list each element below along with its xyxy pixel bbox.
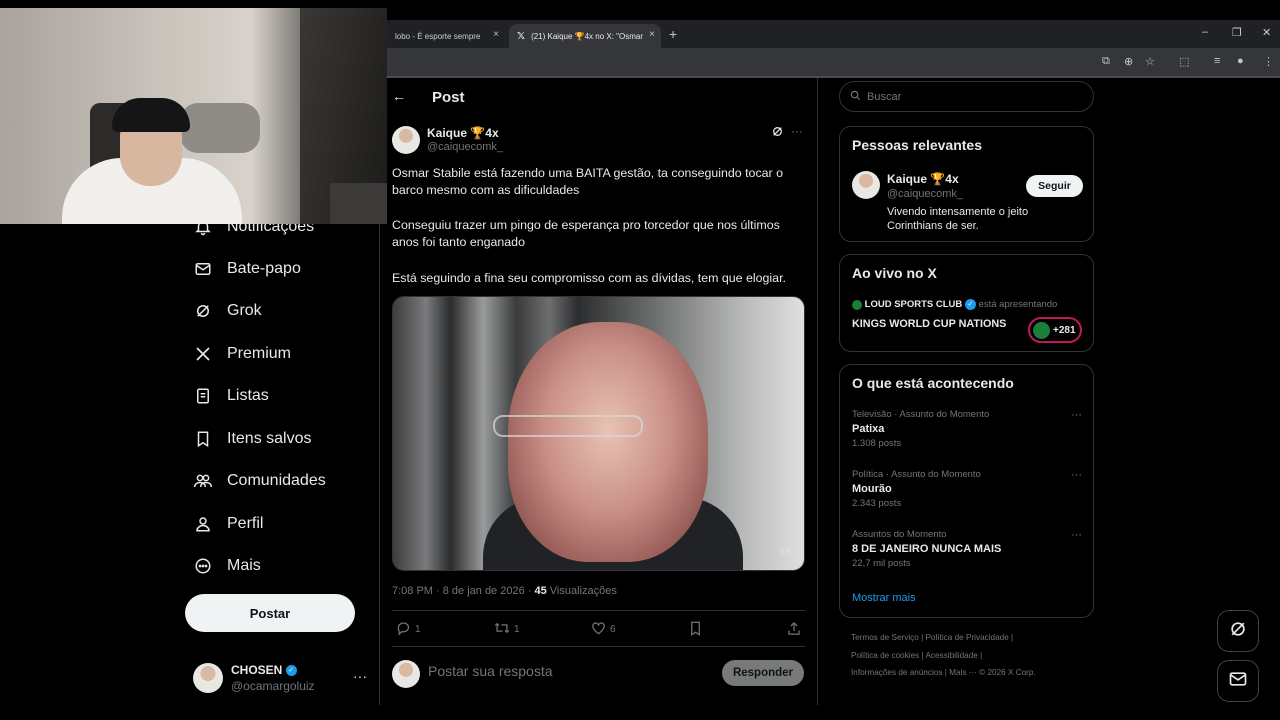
trend-item[interactable]: Política · Assunto do Momento Mourão 2.3… [852, 469, 1082, 509]
mail-icon [1228, 669, 1248, 694]
close-tab-icon[interactable]: × [649, 29, 655, 40]
more-circle-icon [193, 556, 213, 576]
author-avatar[interactable] [392, 126, 420, 154]
search-input[interactable]: Buscar [839, 81, 1094, 112]
nav-premium[interactable]: Premium [193, 339, 291, 369]
image-edit-icon[interactable]: ⚇ [780, 545, 790, 558]
mail-icon [193, 259, 213, 279]
reply-input[interactable] [428, 663, 708, 679]
trend-more-icon[interactable]: ··· [1071, 409, 1082, 421]
trend-more-icon[interactable]: ··· [1071, 469, 1082, 481]
trend-item[interactable]: Televisão · Assunto do Momento Patixa 1.… [852, 409, 1082, 449]
bookmark-button[interactable] [689, 621, 706, 639]
post-image[interactable]: ⚇ [392, 296, 805, 571]
zoom-icon[interactable]: ⊕ [1124, 55, 1133, 68]
bookmark-star-icon[interactable]: ☆ [1145, 55, 1155, 68]
avatar [193, 663, 223, 693]
page-title: Post [432, 89, 465, 106]
account-switcher[interactable]: CHOSEN ✓ @ocamargoluiz ··· [193, 660, 373, 696]
close-window-button[interactable]: ✕ [1262, 26, 1271, 39]
nav-communities[interactable]: Comunidades [193, 466, 326, 496]
repost-button[interactable]: 1 [494, 621, 520, 638]
nav-grok[interactable]: Grok [193, 296, 262, 326]
live-card[interactable]: Ao vivo no X LOUD SPORTS CLUB ✓ está apr… [839, 254, 1094, 352]
bookmark-icon [193, 429, 213, 449]
restore-button[interactable]: ❐ [1232, 26, 1242, 39]
profile-icon[interactable]: ● [1237, 55, 1244, 67]
bookmark-icon [689, 621, 702, 639]
share-button[interactable] [787, 621, 805, 639]
post-button[interactable]: Postar [185, 594, 355, 632]
listener-avatar [1033, 321, 1050, 339]
nav-more[interactable]: Mais [193, 551, 261, 581]
messages-float-button[interactable] [1217, 660, 1259, 702]
trend-item[interactable]: Assuntos do Momento 8 DE JANEIRO NUNCA M… [852, 529, 1082, 569]
heart-icon [591, 621, 606, 638]
trends-card: O que está acontecendo Televisão · Assun… [839, 364, 1094, 618]
list-icon [193, 386, 213, 406]
tab-x-post[interactable]: 𝕏 (21) Kaique 🏆4x no X: "Osmar × [509, 24, 661, 48]
reply-icon [396, 621, 411, 638]
x-favicon-icon: 𝕏 [517, 30, 526, 42]
x-logo-icon [193, 344, 213, 364]
trend-more-icon[interactable]: ··· [1071, 529, 1082, 541]
grok-icon[interactable] [771, 125, 784, 141]
minimize-button[interactable]: – [1202, 26, 1208, 38]
relevant-people-card: Pessoas relevantes Kaique 🏆4x @caiquecom… [839, 126, 1094, 242]
loud-logo-icon [852, 299, 862, 310]
verified-badge-icon: ✓ [964, 299, 976, 310]
nav-lists[interactable]: Listas [193, 381, 269, 411]
webcam-overlay [0, 8, 387, 224]
install-app-icon[interactable]: ⧉ [1102, 55, 1110, 68]
back-button[interactable]: ← [392, 88, 406, 104]
footer-links[interactable]: Política de cookies | Acessibilidade | [851, 651, 982, 660]
show-more-link[interactable]: Mostrar mais [852, 592, 916, 604]
grok-icon [193, 301, 213, 321]
like-button[interactable]: 6 [591, 621, 616, 638]
grok-icon [1228, 619, 1248, 644]
post-meta: 7:08 PM · 8 de jan de 2026 · 45 Visualiz… [392, 585, 617, 597]
share-icon [787, 621, 801, 639]
follow-button[interactable]: Seguir [1026, 175, 1083, 197]
reply-button[interactable]: 1 [396, 621, 421, 638]
reply-submit-button[interactable]: Responder [722, 660, 804, 686]
search-icon [850, 90, 861, 104]
address-bar[interactable]: ⧉ ⊕ ☆ ⬚ ≡ ● ⋮ [387, 48, 1280, 76]
browser-menu-icon[interactable]: ⋮ [1263, 55, 1274, 68]
close-tab-icon[interactable]: × [493, 29, 499, 40]
nav-bookmarks[interactable]: Itens salvos [193, 424, 311, 454]
tab-globo[interactable]: lobo - É esporte sempre × [387, 24, 505, 48]
person-icon [193, 514, 213, 534]
grok-float-button[interactable] [1217, 610, 1259, 652]
browser-tab-bar: lobo - É esporte sempre × 𝕏 (21) Kaique … [387, 20, 1280, 48]
author-name[interactable]: Kaique 🏆4x [427, 126, 499, 140]
account-more-icon[interactable]: ··· [353, 668, 367, 684]
nav-profile[interactable]: Perfil [193, 509, 263, 539]
my-avatar [392, 660, 420, 688]
author-handle[interactable]: @caiquecomk_ [427, 141, 503, 153]
nav-chat[interactable]: Bate-papo [193, 254, 301, 284]
new-tab-button[interactable]: + [669, 26, 677, 42]
post-more-icon[interactable]: ··· [791, 124, 803, 138]
repost-icon [494, 621, 510, 638]
live-listeners-badge[interactable]: +281 [1028, 317, 1082, 343]
communities-icon [193, 471, 213, 491]
media-controls-icon[interactable]: ≡ [1214, 55, 1220, 67]
extensions-icon[interactable]: ⬚ [1179, 55, 1189, 68]
avatar[interactable] [852, 171, 880, 199]
footer-links[interactable]: Informações de anúncios | Mais ··· © 202… [851, 668, 1036, 677]
footer-links[interactable]: Termos de Serviço | Política de Privacid… [851, 633, 1013, 642]
verified-badge-icon: ✓ [285, 665, 297, 677]
